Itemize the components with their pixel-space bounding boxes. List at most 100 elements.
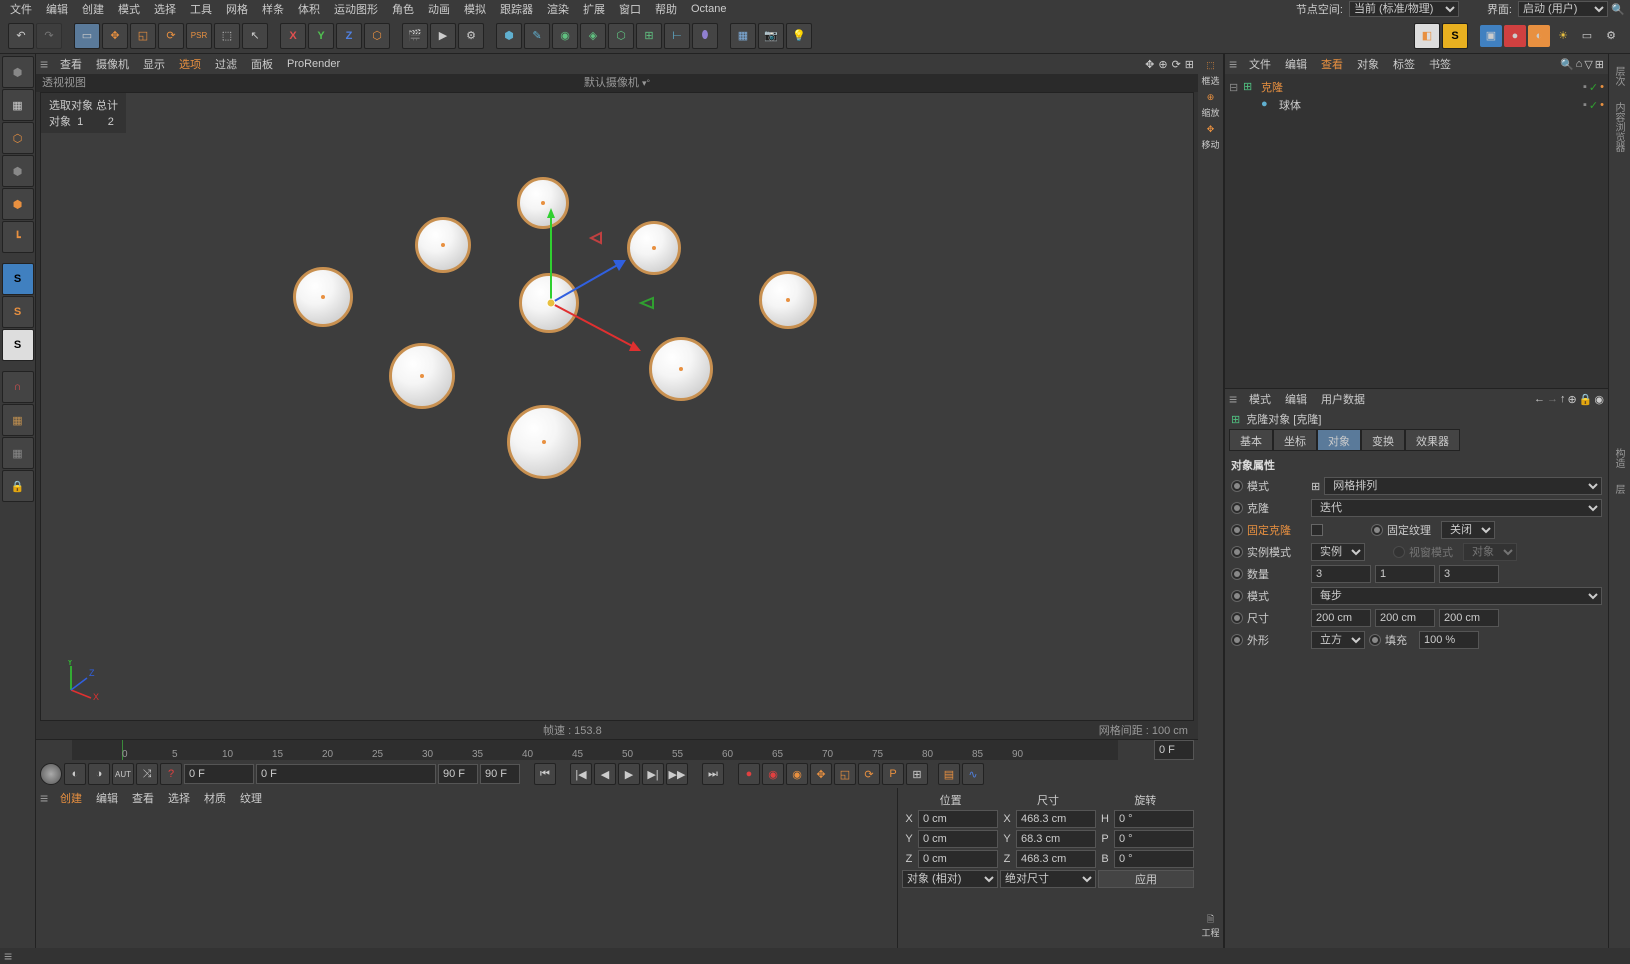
prev-key-button[interactable]: |◀ <box>570 763 592 785</box>
step-mode-select[interactable]: 每步 <box>1311 587 1602 605</box>
range-end-input[interactable] <box>438 764 478 784</box>
key-mode-4[interactable]: ⤨ <box>136 763 158 785</box>
psr-tool[interactable]: PSR <box>186 23 212 49</box>
am-userdata[interactable]: 用户数据 <box>1315 389 1371 409</box>
autokey-button[interactable]: ◉ <box>762 763 784 785</box>
vm-filter[interactable]: 过滤 <box>209 54 243 74</box>
ext-icon-3[interactable]: ◐ <box>1528 25 1550 47</box>
key-mode-3[interactable]: AUT <box>112 763 134 785</box>
undo-button[interactable]: ↶ <box>8 23 34 49</box>
rs-tab-4[interactable]: 层 <box>1609 476 1628 502</box>
vis-toggle[interactable]: ✓ <box>1589 99 1598 112</box>
clone-mode-select[interactable]: 网格排列 <box>1324 477 1602 495</box>
count-x-input[interactable] <box>1311 565 1371 583</box>
am-lock-icon[interactable]: 🔒 <box>1579 393 1593 406</box>
ext-icon-6[interactable]: ⚙ <box>1600 25 1622 47</box>
pos-mode-select[interactable]: 对象 (相对) <box>902 870 998 888</box>
count-y-input[interactable] <box>1375 565 1435 583</box>
menu-help[interactable]: 帮助 <box>649 0 683 19</box>
pos-z-input[interactable] <box>918 850 998 868</box>
render-view[interactable]: 🎬 <box>402 23 428 49</box>
vm-display[interactable]: 显示 <box>137 54 171 74</box>
record-button[interactable]: ● <box>738 763 760 785</box>
move-tool[interactable]: ✥ <box>102 23 128 49</box>
field[interactable]: ⊢ <box>664 23 690 49</box>
environment[interactable]: ⬡ <box>608 23 634 49</box>
point-mode[interactable]: ⬢ <box>2 155 34 187</box>
tree-item-sphere[interactable]: ● 球体 ▪ ✓ • <box>1247 96 1604 114</box>
keyframe-sel-button[interactable]: ◉ <box>786 763 808 785</box>
anim-pos-icon[interactable]: ✥ <box>810 763 832 785</box>
radio-icon[interactable] <box>1231 480 1243 492</box>
range-start-input[interactable] <box>256 764 436 784</box>
om-tags[interactable]: 标签 <box>1387 54 1421 74</box>
goto-end-button[interactable]: ⏭ <box>702 763 724 785</box>
radio-icon[interactable] <box>1231 568 1243 580</box>
rot-h-input[interactable] <box>1114 810 1194 828</box>
spline-pen[interactable]: ✎ <box>524 23 550 49</box>
mat-texture[interactable]: 纹理 <box>234 788 268 808</box>
menu-character[interactable]: 角色 <box>386 0 420 19</box>
render-toggle[interactable]: • <box>1600 99 1604 112</box>
pos-y-input[interactable] <box>918 830 998 848</box>
y-axis-lock[interactable]: Y <box>308 23 334 49</box>
primitive-cube[interactable]: ⬢ <box>496 23 522 49</box>
vis-toggle[interactable]: ✓ <box>1589 81 1598 94</box>
menu-file[interactable]: 文件 <box>4 0 38 19</box>
tab-transform[interactable]: 变换 <box>1361 429 1405 451</box>
workplane-2[interactable]: ▦ <box>2 437 34 469</box>
radio-icon[interactable] <box>1231 524 1243 536</box>
menu-edit[interactable]: 编辑 <box>40 0 74 19</box>
deformer[interactable]: ◈ <box>580 23 606 49</box>
tab-object[interactable]: 对象 <box>1317 429 1361 451</box>
am-mode[interactable]: 模式 <box>1243 389 1277 409</box>
pos-x-input[interactable] <box>918 810 998 828</box>
lasso-tool[interactable]: ⬚ <box>214 23 240 49</box>
vm-options[interactable]: 选项 <box>173 54 207 74</box>
vm-nav-icon-4[interactable]: ⊞ <box>1185 58 1194 71</box>
am-hamburger-icon[interactable] <box>1229 391 1241 407</box>
magnet-tool[interactable]: ∩ <box>2 371 34 403</box>
edge-mode[interactable]: ⬢ <box>2 188 34 220</box>
menu-tracker[interactable]: 跟踪器 <box>494 0 539 19</box>
sphere-clone[interactable] <box>293 267 353 327</box>
mat-select[interactable]: 选择 <box>162 788 196 808</box>
play-button[interactable]: ▶ <box>618 763 640 785</box>
rs-tab-2[interactable]: 内容浏览器 <box>1609 94 1628 160</box>
lock-tool[interactable]: 🔒 <box>2 470 34 502</box>
size-z-attr-input[interactable] <box>1439 609 1499 627</box>
radio-icon[interactable] <box>1231 502 1243 514</box>
om-edit[interactable]: 编辑 <box>1279 54 1313 74</box>
menu-mode[interactable]: 模式 <box>112 0 146 19</box>
fill-input[interactable] <box>1419 631 1479 649</box>
rs-tab-3[interactable]: 构造 <box>1609 440 1628 476</box>
anim-rot-icon[interactable]: ⟳ <box>858 763 880 785</box>
coord-system[interactable]: ⬡ <box>364 23 390 49</box>
object-manager-tree[interactable]: ⊟ ⊞ 克隆 ▪ ✓ • ● 球体 ▪ <box>1225 74 1608 388</box>
redo-button[interactable]: ↷ <box>36 23 62 49</box>
radio-icon[interactable] <box>1231 546 1243 558</box>
ext-icon-5[interactable]: ▭ <box>1576 25 1598 47</box>
layout-select[interactable]: 启动 (用户) <box>1518 1 1608 17</box>
radio-icon[interactable] <box>1231 612 1243 624</box>
tree-item-cloner[interactable]: ⊟ ⊞ 克隆 ▪ ✓ • <box>1229 78 1604 96</box>
am-back-icon[interactable]: ← <box>1534 393 1545 405</box>
tab-effector[interactable]: 效果器 <box>1405 429 1460 451</box>
menu-select[interactable]: 选择 <box>148 0 182 19</box>
menu-render[interactable]: 渲染 <box>541 0 575 19</box>
menu-simulate[interactable]: 模拟 <box>458 0 492 19</box>
floor[interactable]: ▦ <box>730 23 756 49</box>
menu-volume[interactable]: 体积 <box>292 0 326 19</box>
ms-project[interactable]: 🗎工程 <box>1200 910 1222 940</box>
vm-nav-icon-2[interactable]: ⊕ <box>1158 58 1167 71</box>
scale-tool[interactable]: ◱ <box>130 23 156 49</box>
sphere-clone[interactable] <box>415 217 471 273</box>
status-hamburger-icon[interactable] <box>4 948 16 964</box>
menu-mograph[interactable]: 运动图形 <box>328 0 384 19</box>
next-frame-button[interactable]: ▶| <box>642 763 664 785</box>
anim-pla-icon[interactable]: ⊞ <box>906 763 928 785</box>
search-icon[interactable]: 🔍 <box>1610 1 1626 17</box>
instance-mode-select[interactable]: 实例 <box>1311 543 1365 561</box>
ext-icon-1[interactable]: ▣ <box>1480 25 1502 47</box>
timeline-fcurve-icon[interactable]: ∿ <box>962 763 984 785</box>
